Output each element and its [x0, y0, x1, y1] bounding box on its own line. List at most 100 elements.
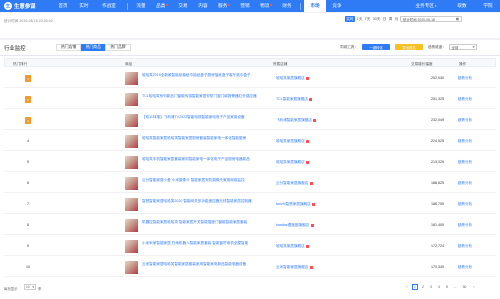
trend-analysis-link[interactable]: 趋势分析 [450, 202, 480, 207]
page-5[interactable]: 5 [444, 284, 450, 290]
chevron-down-icon: ▾ [32, 285, 34, 289]
shop-name: 哈哈笑家居旗舰店 [276, 139, 305, 143]
shop-link[interactable]: fanzhi智慧家居旗舰店 [276, 202, 316, 207]
nav-item-service[interactable]: 服务 [213, 0, 235, 12]
tab-hot-shops[interactable]: 热门店铺 [56, 44, 82, 51]
nav-item-business-zone[interactable]: 业务专区 ▾ [404, 0, 448, 12]
medal-icon: 1 [25, 75, 31, 82]
date-picker[interactable]: 统计时间 2020-06-18 ▦ [400, 16, 462, 22]
trend-analysis-link[interactable]: 趋势分析 [450, 97, 480, 102]
col-op: 操作 [459, 61, 467, 66]
product-thumbnail[interactable] [125, 261, 138, 274]
trend-analysis-link[interactable]: 趋势分析 [450, 160, 480, 165]
nav-item-home[interactable]: 首页 [52, 0, 74, 12]
shop-link[interactable]: 哈哈笑家居旗舰店 [276, 139, 310, 144]
shop-link[interactable]: kaadas德施曼旗舰店 [276, 223, 314, 228]
product-thumbnail[interactable] [125, 219, 138, 232]
export-button[interactable]: 导出排名 [395, 44, 423, 50]
shop-link[interactable]: 飞利浦智能家居旗舰店 [276, 118, 317, 123]
nav-item-content[interactable]: 内容 [193, 0, 213, 12]
product-thumbnail[interactable] [125, 198, 138, 211]
period-30days[interactable]: 30天 [372, 16, 381, 22]
product-thumbnail[interactable] [125, 177, 138, 190]
tmall-badge-icon [309, 266, 313, 269]
page-2[interactable]: 2 [420, 284, 426, 290]
growth-value: 181,400 [431, 223, 444, 227]
product-thumbnail[interactable] [125, 240, 138, 253]
prev-page-button[interactable]: ‹ [404, 284, 410, 290]
nav-item-warroom[interactable]: 作战室 [94, 0, 124, 12]
right-nav: 业务专区 ▾ 取数 学院 [404, 0, 500, 12]
shop-link[interactable]: 云分智能家居旗舰店 [276, 181, 313, 186]
product-thumbnail[interactable] [125, 135, 138, 148]
col-score[interactable]: 交易增长幅度 [411, 62, 433, 67]
one-click-button[interactable]: 一键转化 [362, 44, 390, 50]
nav-item-market[interactable]: 市场 [304, 0, 326, 12]
period-week[interactable]: 周 [388, 16, 393, 22]
product-title-link[interactable]: 智慧智能家居哈哈笑2020 智能网关多功能遥控器无线智能家居控制器 [142, 199, 260, 204]
trend-analysis-link[interactable]: 趋势分析 [450, 76, 480, 81]
page-30[interactable]: 30 [460, 284, 469, 290]
period-7days[interactable]: 7天 [364, 16, 371, 22]
product-title-link[interactable]: 【双11特惠】飞利浦TV2023智能电视智能家电电子产品家用设备 [142, 115, 260, 120]
product-title-link[interactable]: 云米智能家居哈哈笑智能家居套装家用智能家电新品智能电器设备 [142, 262, 260, 267]
product-title-link[interactable]: TCL哈哈笑系列新品门窗磁传感智能家居安防门窗门磁报警器红外感应器 [142, 94, 260, 99]
nav-item-competition[interactable]: 竞争 [326, 0, 348, 12]
shop-link[interactable]: TCL智能家居旗舰店 [276, 97, 313, 102]
nav-item-category[interactable]: 品类 [151, 0, 173, 12]
nav-item-academy[interactable]: 学院 [476, 0, 500, 12]
nav-item-realtime[interactable]: 实时 [74, 0, 94, 12]
product-title-link[interactable]: 哈哈笑智能家居哈哈笑智能家居厨房套装智能家电一体化智能厨房 [142, 136, 260, 141]
product-thumbnail[interactable] [125, 156, 138, 169]
shop-link[interactable]: 哈哈笑家居旗舰店 [276, 244, 310, 249]
nav-item-marketing[interactable]: 营销 [235, 0, 255, 12]
trend-analysis-link[interactable]: 趋势分析 [450, 265, 480, 270]
product-thumbnail[interactable] [125, 114, 138, 127]
product-title-link[interactable]: 哈哈笑2019全新款智能纸抽纸巾抽纸盒子厨房抽纸盒子客厅纸巾盒子 [142, 73, 260, 78]
rank-number: 4 [27, 139, 29, 143]
nav-item-finance[interactable]: 财务 [277, 0, 297, 12]
growth-value: 224,525 [431, 139, 444, 143]
brand-logo[interactable]: 生 生意参谋 [0, 2, 52, 10]
section-title: 行业监控 [4, 46, 26, 52]
next-page-button[interactable]: › [471, 284, 477, 290]
period-month[interactable]: 月 [394, 16, 399, 22]
product-title-link[interactable]: 机器控智能家居哈哈笑 智能家居开关智能插座门窗磁智能家居套装 [142, 220, 260, 225]
dimension-select[interactable]: 全部 ▾ [449, 44, 477, 50]
trend-analysis-link[interactable]: 趋势分析 [450, 223, 480, 228]
shop-link[interactable]: 哈哈笑家居旗舰店 [276, 160, 310, 165]
shop-link[interactable]: 哈哈笑家居旗舰店 [276, 76, 310, 81]
nav-item-traffic[interactable]: 流量 [131, 0, 151, 12]
per-page-select[interactable]: 10 ▾ [24, 284, 36, 290]
trend-analysis-link[interactable]: 趋势分析 [450, 244, 480, 249]
page-4[interactable]: 4 [436, 284, 442, 290]
trend-analysis-link[interactable]: 趋势分析 [450, 118, 480, 123]
page-3[interactable]: 3 [428, 284, 434, 290]
period-realtime[interactable]: 实时 [345, 16, 355, 22]
period-1day[interactable]: 1天 [356, 16, 363, 22]
table-row: 4 哈哈笑智能家居哈哈笑智能家居厨房套装智能家电一体化智能厨房哈哈笑家居旗舰店 22… [4, 132, 496, 151]
nav-item-trade[interactable]: 交易 [173, 0, 193, 12]
trend-analysis-link[interactable]: 趋势分析 [450, 139, 480, 144]
page-ellipsis: ... [453, 285, 457, 289]
tab-hot-products[interactable]: 热门商品 [80, 44, 106, 51]
trend-analysis-link[interactable]: 趋势分析 [450, 181, 480, 186]
nav-item-logistics[interactable]: 物流 [255, 0, 277, 12]
product-title-link[interactable]: 哈哈笑手机智能家居套装家用智能家电一体化电子产品厨房电器新品 [142, 157, 260, 162]
rank-number: 5 [27, 160, 29, 164]
select-label: 趋势维度： [428, 45, 446, 49]
nav-item-data-fetch[interactable]: 取数 [448, 0, 476, 12]
shop-link[interactable]: 云米智能家居旗舰店 [276, 265, 313, 270]
product-title-link[interactable]: 小米米家智能家居 扫地机器人智能家居套装 智能窗帘电机全屋智能 [142, 241, 260, 246]
calendar-icon: ▦ [455, 17, 459, 21]
per-page-label: 每页显示 [4, 287, 18, 291]
product-title-link[interactable]: 云分智能家居小爱 小米摄像头 智能家居安防摄像头家用网络监控 [142, 178, 260, 183]
period-day[interactable]: 日 [382, 16, 387, 22]
pagination: 每页显示 10 ▾ 条 ‹ 1 2 3 4 5 ... 30 › [0, 284, 500, 292]
col-shop: 所属店铺 [273, 61, 288, 66]
product-thumbnail[interactable] [125, 93, 138, 106]
growth-value: 188,625 [431, 181, 444, 185]
page-1[interactable]: 1 [412, 284, 418, 290]
product-thumbnail[interactable] [125, 72, 138, 85]
tab-hot-brands[interactable]: 热门品牌 [105, 44, 131, 51]
